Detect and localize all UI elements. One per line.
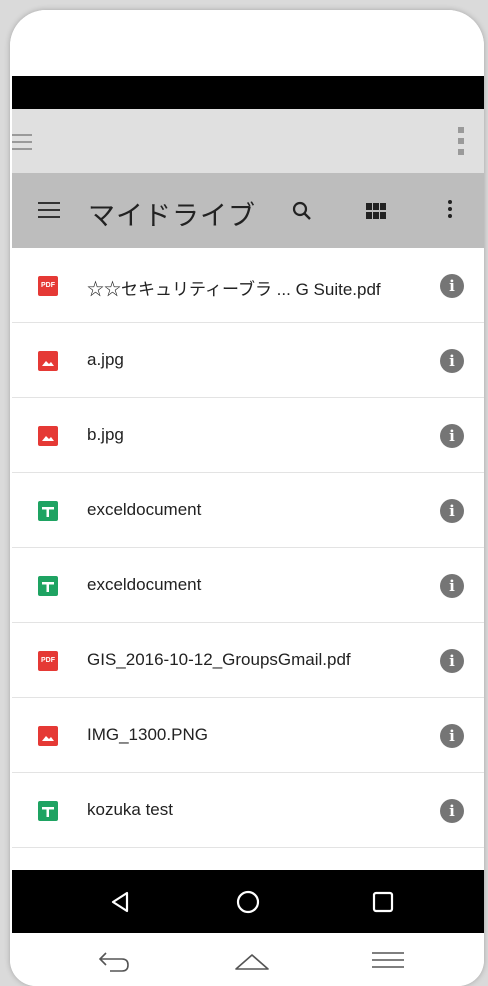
file-name: IMG_1300.PNG: [87, 725, 208, 744]
outer-toolbar: [12, 109, 484, 173]
recents-icon[interactable]: [369, 888, 397, 916]
spreadsheet-icon: [38, 501, 58, 521]
file-name: a.jpg: [87, 350, 124, 369]
file-name: ☆☆セキュリティーブラ ... G Suite.pdf: [87, 280, 381, 299]
file-row[interactable]: PDF GIS_2016-10-12_GroupsGmail.pdf i: [12, 623, 484, 698]
pdf-icon: PDF: [38, 651, 58, 671]
file-row[interactable]: b.jpg i: [12, 398, 484, 473]
file-row[interactable]: IMG_1300.PNG i: [12, 698, 484, 773]
list-item-partial: [12, 863, 484, 870]
file-list: PDF ☆☆セキュリティーブラ ... G Suite.pdf i a.jpg i b.j…: [12, 248, 484, 848]
info-icon[interactable]: i: [440, 499, 464, 523]
file-name: kozuka test: [87, 800, 173, 819]
info-icon[interactable]: i: [440, 349, 464, 373]
file-row[interactable]: PDF ☆☆セキュリティーブラ ... G Suite.pdf i: [12, 248, 484, 323]
info-icon[interactable]: i: [440, 424, 464, 448]
status-bar: [12, 76, 484, 109]
top-bezel: [10, 10, 484, 76]
info-icon[interactable]: i: [440, 724, 464, 748]
bottom-bezel: [10, 933, 484, 986]
file-name: GIS_2016-10-12_GroupsGmail.pdf: [87, 650, 351, 669]
more-vert-icon[interactable]: [448, 200, 454, 221]
file-row[interactable]: exceldocument i: [12, 473, 484, 548]
grid-view-icon[interactable]: [366, 203, 386, 219]
info-icon[interactable]: i: [440, 574, 464, 598]
outer-more-icon[interactable]: [458, 127, 464, 160]
image-file-icon: [38, 726, 58, 746]
spreadsheet-icon: [38, 801, 58, 821]
app-bar: マイドライブ: [12, 173, 484, 248]
file-name: exceldocument: [87, 575, 202, 594]
spreadsheet-icon: [38, 576, 58, 596]
home-icon[interactable]: [234, 888, 262, 916]
info-icon[interactable]: i: [440, 274, 464, 298]
page-title: マイドライブ: [88, 201, 256, 231]
hardware-home-icon[interactable]: [232, 945, 272, 973]
phone-frame: マイドライブ PDF ☆☆セキュリティーブラ ... G Suite.pdf i a.…: [10, 10, 484, 986]
file-row[interactable]: exceldocument i: [12, 548, 484, 623]
pdf-icon: PDF: [38, 276, 58, 296]
file-row[interactable]: kozuka test i: [12, 773, 484, 848]
outer-menu-icon[interactable]: [12, 134, 32, 150]
file-name: b.jpg: [87, 425, 124, 444]
image-file-icon: [38, 351, 58, 371]
info-icon[interactable]: i: [440, 649, 464, 673]
hardware-back-icon[interactable]: [94, 945, 134, 973]
file-name: exceldocument: [87, 500, 202, 519]
back-icon[interactable]: [107, 888, 135, 916]
menu-icon[interactable]: [38, 202, 60, 219]
android-nav-bar: [12, 870, 484, 933]
file-row[interactable]: a.jpg i: [12, 323, 484, 398]
image-file-icon: [38, 426, 58, 446]
info-icon[interactable]: i: [440, 799, 464, 823]
hardware-menu-icon[interactable]: [368, 945, 408, 973]
search-icon[interactable]: [290, 199, 314, 223]
